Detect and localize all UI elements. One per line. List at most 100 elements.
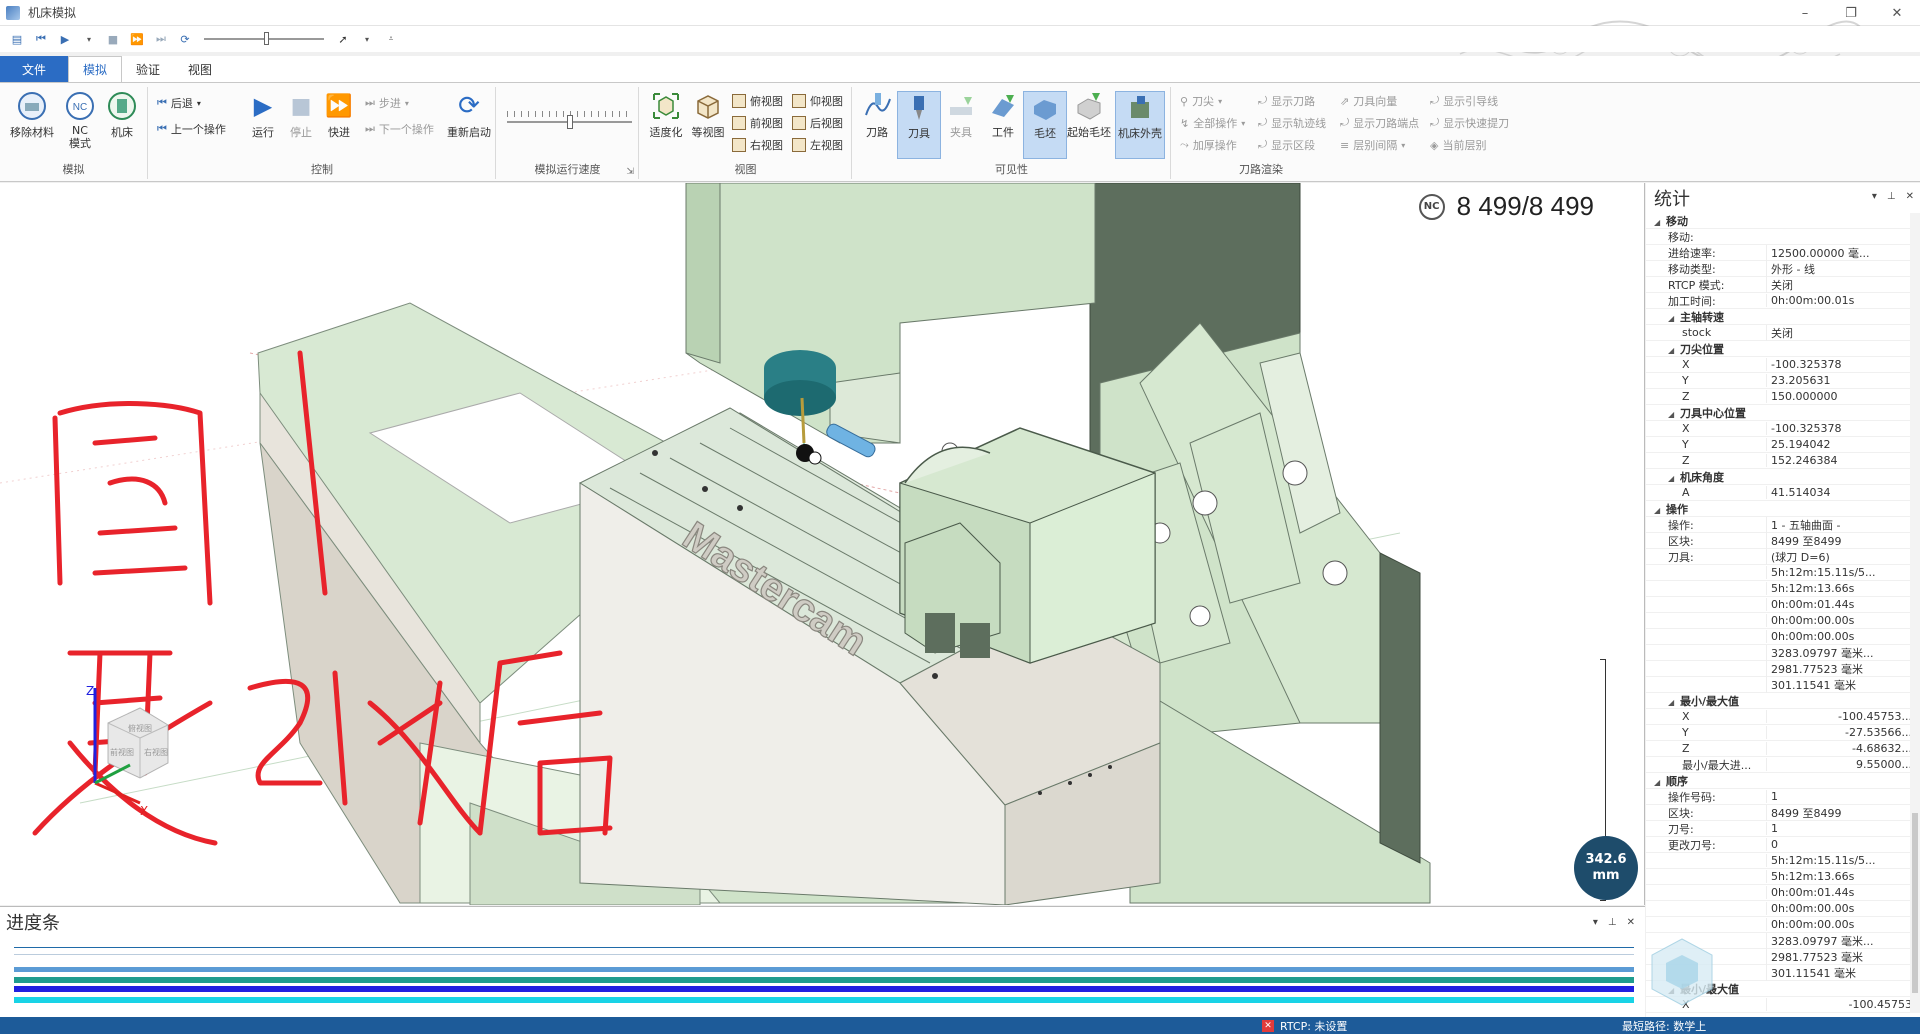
restore-button[interactable]: ❐	[1828, 0, 1874, 26]
collapse-icon[interactable]: ◢	[1668, 698, 1680, 707]
stat-section[interactable]: ◢ 顺序	[1646, 773, 1920, 789]
show-rapid-button[interactable]: ⤾ 显示快速提刀	[1430, 113, 1509, 133]
tab-view[interactable]: 视图	[174, 56, 226, 82]
fast-forward-icon[interactable]: ⏩	[126, 29, 148, 49]
show-toolpath-button[interactable]: ⤾ 显示刀路	[1258, 91, 1315, 111]
show-trace-button[interactable]: ⤾ 显示轨迹线	[1258, 113, 1326, 133]
stat-row: 操作: 1 - 五轴曲面 -	[1646, 516, 1920, 533]
collapse-icon[interactable]: ◢	[1668, 346, 1680, 355]
collapse-icon[interactable]: ◢	[1668, 314, 1680, 323]
stock-visibility-button[interactable]: 毛坯	[1023, 91, 1067, 159]
simulation-speed-slider[interactable]	[507, 111, 632, 131]
collapse-icon[interactable]: ◢	[1654, 778, 1666, 787]
stat-key: X	[1682, 422, 1690, 435]
machine-housing-visibility-button[interactable]: 机床外壳	[1115, 91, 1165, 159]
step-button[interactable]: ⏭ 步进 ▾	[365, 93, 409, 113]
left-view-button[interactable]: 左视图	[792, 135, 843, 155]
close-icon[interactable]: ✕	[1627, 917, 1635, 928]
machine-button[interactable]: 机床	[100, 91, 144, 140]
play-icon[interactable]: ▶	[54, 29, 76, 49]
simulation-viewport[interactable]: Mastercam 俯视图 前视图 右视图 Z X NC 8 499/8 499…	[0, 183, 1645, 905]
stock-icon	[1030, 92, 1060, 122]
tab-file[interactable]: 文件	[0, 56, 69, 82]
dropdown-icon[interactable]: ▾	[1593, 917, 1598, 928]
statistics-scrollbar[interactable]	[1910, 213, 1920, 1013]
back-button[interactable]: ⏮ 后退 ▾	[157, 93, 201, 113]
progress-slider-track[interactable]	[14, 947, 1634, 955]
restart-icon[interactable]: ⟳	[174, 29, 196, 49]
collapse-icon[interactable]: ◢	[1668, 474, 1680, 483]
rtcp-status: ✕ RTCP: 未设置	[1262, 1018, 1347, 1034]
top-view-button[interactable]: 俯视图	[732, 91, 783, 111]
back-view-button[interactable]: 后视图	[792, 113, 843, 133]
show-endpoints-button[interactable]: ⤾ 显示刀路端点	[1340, 113, 1419, 133]
close-button[interactable]: ✕	[1874, 0, 1920, 26]
fast-forward-button[interactable]: ⏩ 快进	[317, 91, 361, 140]
stat-section[interactable]: ◢ 移动	[1646, 213, 1920, 229]
next-operation-button[interactable]: ⏭ 下一个操作	[365, 119, 434, 139]
stat-section[interactable]: ◢ 主轴转速	[1646, 309, 1920, 325]
show-leadin-button[interactable]: ⤾ 显示引导线	[1430, 91, 1498, 111]
previous-operation-button[interactable]: ⏮ 上一个操作	[157, 119, 226, 139]
show-toolpath-icon: ⤾	[1258, 94, 1268, 107]
tab-verify[interactable]: 验证	[122, 56, 174, 82]
machine-simulation-window: 机床模拟 – ❐ ✕ ▤ ⏮ ▶ ▾ ■ ⏩ ⏭ ⟳ ➚ ▾ ⩡ 文件 模拟 验…	[0, 0, 1920, 1034]
progress-bar	[14, 977, 1634, 983]
error-icon: ✕	[1262, 1020, 1274, 1032]
restart-button[interactable]: ⟳ 重新启动	[445, 91, 493, 140]
pin-icon[interactable]: ⊥	[1887, 191, 1896, 202]
stat-key: ◢ 移动	[1654, 214, 1688, 228]
fixture-visibility-button[interactable]: 夹具	[939, 91, 983, 140]
stat-row: 2981.77523 毫米	[1646, 660, 1920, 677]
dropdown-icon[interactable]: ▾	[1872, 191, 1877, 202]
collapse-icon[interactable]: ◢	[1654, 506, 1666, 515]
stat-section[interactable]: ◢ 操作	[1646, 501, 1920, 517]
stat-key: X	[1682, 710, 1690, 723]
collapse-icon[interactable]: ◢	[1668, 410, 1680, 419]
tab-simulate[interactable]: 模拟	[68, 56, 123, 82]
bottom-view-button[interactable]: 仰视图	[792, 91, 843, 111]
close-icon[interactable]: ✕	[1906, 191, 1914, 202]
qat-speed-slider[interactable]	[204, 29, 324, 49]
remove-material-button[interactable]: 移除材料	[10, 91, 54, 140]
dropdown-icon[interactable]: ▾	[356, 29, 378, 49]
front-view-button[interactable]: 前视图	[732, 113, 783, 133]
collapse-icon[interactable]: ◢	[1654, 218, 1666, 227]
dialog-launcher-icon[interactable]: ⇲	[626, 167, 634, 177]
save-icon[interactable]: ▤	[6, 29, 28, 49]
workpiece-visibility-button[interactable]: 工件	[981, 91, 1025, 140]
tool-visibility-button[interactable]: 刀具	[897, 91, 941, 159]
stat-section[interactable]: ◢ 机床角度	[1646, 469, 1920, 485]
all-operations-button[interactable]: ↯ 全部操作 ▾	[1180, 113, 1245, 133]
cube-icon	[792, 116, 806, 130]
stat-section[interactable]: ◢ 刀具中心位置	[1646, 405, 1920, 421]
stat-row: 0h:00m:00.00s	[1646, 917, 1920, 933]
stat-row: 区块: 8499 至8499	[1646, 532, 1920, 549]
stop-icon[interactable]: ■	[102, 29, 124, 49]
layer-spacing-button[interactable]: ≡ 层别间隔 ▾	[1340, 135, 1405, 155]
customize-icon[interactable]: ⩡	[380, 29, 402, 49]
pointer-icon[interactable]: ➚	[332, 29, 354, 49]
stat-section[interactable]: ◢ 刀尖位置	[1646, 341, 1920, 357]
tool-vector-button[interactable]: ⇗ 刀具向量	[1340, 91, 1397, 111]
thicken-operation-icon: ⤳	[1180, 138, 1189, 151]
toolpath-visibility-button[interactable]: 刀路	[855, 91, 899, 140]
thicken-operation-button[interactable]: ⤳ 加厚操作	[1180, 135, 1237, 155]
right-view-button[interactable]: 右视图	[732, 135, 783, 155]
stat-section[interactable]: ◢最小/最大值	[1646, 693, 1920, 709]
show-range-button[interactable]: ⤾ 显示区段	[1258, 135, 1315, 155]
skip-end-icon[interactable]: ⏭	[150, 29, 172, 49]
initial-stock-visibility-button[interactable]: 起始毛坯	[1065, 91, 1113, 140]
tool-tip-button[interactable]: ⚲ 刀尖 ▾	[1180, 91, 1222, 111]
current-layer-button[interactable]: ◈ 当前层别	[1430, 135, 1486, 155]
stat-key: 移动:	[1668, 230, 1694, 244]
stat-value: -100.45753...	[1766, 710, 1920, 723]
skip-start-icon[interactable]: ⏮	[30, 29, 52, 49]
fit-button[interactable]: 适度化	[644, 91, 688, 140]
pin-icon[interactable]: ⊥	[1608, 917, 1617, 928]
nc-mode-button[interactable]: NC NC 模式	[58, 91, 102, 150]
minimize-button[interactable]: –	[1782, 0, 1828, 26]
remove-material-icon	[17, 91, 47, 121]
dropdown-icon[interactable]: ▾	[78, 29, 100, 49]
isometric-view-button[interactable]: 等视图	[686, 91, 730, 140]
